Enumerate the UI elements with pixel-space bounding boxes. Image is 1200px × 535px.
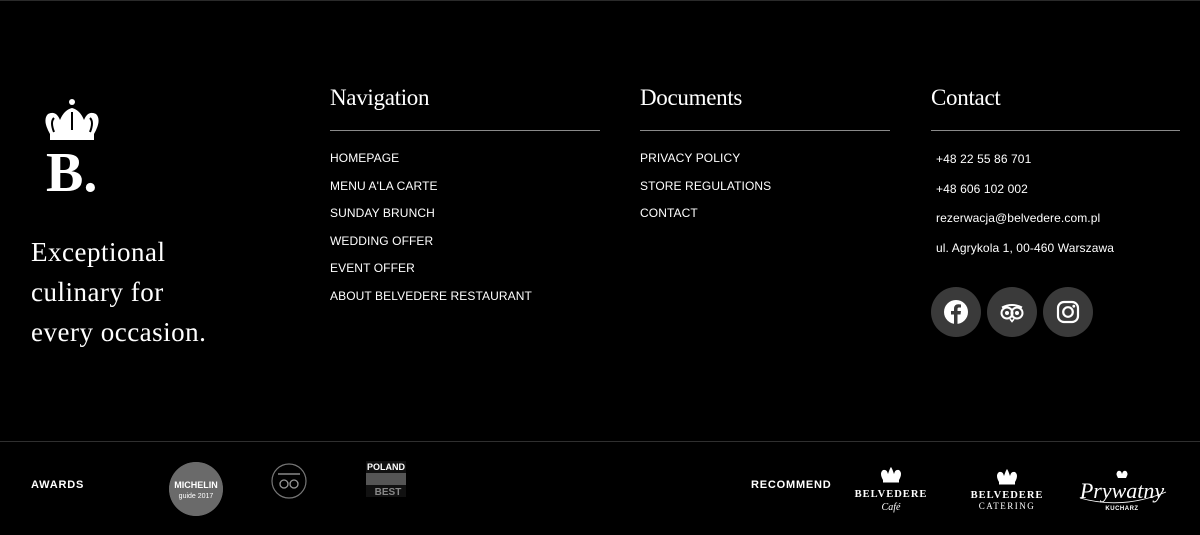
crown-icon [1116, 470, 1128, 478]
poland-best-award-badge[interactable]: POLAND BEST [366, 461, 406, 497]
belvedere-cafe-name: BELVEDERE [855, 489, 928, 500]
crown-icon [997, 469, 1017, 482]
tripadvisor-award-badge[interactable] [268, 462, 310, 500]
crown-icon [881, 467, 901, 480]
belvedere-cafe-sub: Café [882, 502, 901, 513]
doc-link-contact[interactable]: CONTACT [640, 200, 890, 228]
poland-title: POLAND [367, 462, 406, 472]
recommend-label: RECOMMEND [751, 479, 832, 491]
belvedere-catering-logo[interactable]: BELVEDERE CATERING [968, 468, 1046, 512]
belvedere-cafe-logo[interactable]: BELVEDERE Café [852, 465, 930, 515]
documents-heading: Documents [640, 85, 743, 110]
facebook-button[interactable] [931, 287, 981, 337]
poland-best: BEST [375, 487, 402, 497]
tagline: Exceptional culinary for every occasion. [31, 232, 291, 352]
prywatny-kucharz-logo[interactable]: Prywatny KUCHARZ [1074, 468, 1170, 518]
contact-divider [931, 130, 1180, 131]
social-links [931, 287, 1180, 337]
michelin-year: guide 2017 [179, 493, 214, 500]
michelin-title: MICHELIN [174, 480, 218, 490]
contact-email[interactable]: rezerwacja@belvedere.com.pl [936, 204, 1180, 234]
instagram-button[interactable] [1043, 287, 1093, 337]
navigation-heading: Navigation [330, 85, 430, 110]
crown-icon [45, 99, 99, 140]
documents-divider [640, 130, 890, 131]
michelin-award-badge[interactable]: MICHELIN guide 2017 [169, 462, 223, 516]
belvedere-catering-sub: CATERING [979, 501, 1036, 511]
prywatny-sub: KUCHARZ [1105, 506, 1138, 512]
tagline-line: culinary for [31, 277, 164, 307]
doc-link-privacy-policy[interactable]: PRIVACY POLICY [640, 145, 890, 173]
documents-column: Documents PRIVACY POLICY STORE REGULATIO… [640, 82, 890, 228]
nav-link-wedding-offer[interactable]: WEDDING OFFER [330, 228, 600, 256]
nav-link-sunday-brunch[interactable]: SUNDAY BRUNCH [330, 200, 600, 228]
bottom-divider [0, 441, 1200, 442]
tripadvisor-icon [1000, 304, 1024, 323]
navigation-column: Navigation HOMEPAGE MENU A'LA CARTE SUND… [330, 82, 600, 310]
contact-address: ul. Agrykola 1, 00-460 Warszawa [936, 240, 1115, 255]
belvedere-catering-name: BELVEDERE [971, 490, 1044, 501]
nav-link-event-offer[interactable]: EVENT OFFER [330, 255, 600, 283]
top-divider [0, 0, 1200, 1]
contact-heading: Contact [931, 85, 1001, 110]
nav-link-about[interactable]: ABOUT BELVEDERE RESTAURANT [330, 283, 600, 311]
tripadvisor-button[interactable] [987, 287, 1037, 337]
contact-phone-2[interactable]: +48 606 102 002 [936, 175, 1180, 205]
navigation-divider [330, 130, 600, 131]
contact-column: Contact +48 22 55 86 701 +48 606 102 002… [931, 82, 1180, 337]
tagline-line: Exceptional [31, 237, 166, 267]
doc-link-store-regulations[interactable]: STORE REGULATIONS [640, 173, 890, 201]
logo-letter: B. [46, 142, 97, 196]
nav-link-menu[interactable]: MENU A'LA CARTE [330, 173, 600, 201]
belvedere-logo[interactable]: B. [38, 96, 106, 196]
contact-phone-1[interactable]: +48 22 55 86 701 [936, 145, 1180, 175]
awards-label: AWARDS [31, 479, 85, 491]
prywatny-name: Prywatny [1079, 478, 1165, 503]
facebook-icon [944, 300, 968, 324]
tagline-line: every occasion. [31, 317, 207, 347]
nav-link-homepage[interactable]: HOMEPAGE [330, 145, 600, 173]
instagram-icon [1056, 300, 1080, 324]
